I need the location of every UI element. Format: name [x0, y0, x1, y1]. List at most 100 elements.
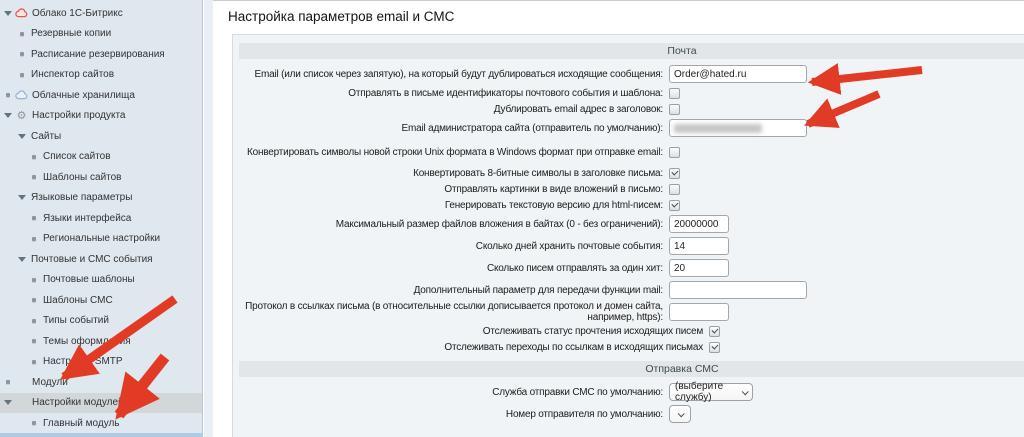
field-control — [669, 168, 680, 179]
sidebar-item-label: Настройки модулей — [32, 397, 124, 408]
sidebar-item-label: Облачные хранилища — [32, 90, 135, 101]
chevron-down-icon — [742, 388, 749, 395]
sidebar-item[interactable]: Языковые параметры — [0, 188, 202, 209]
chevron-down-icon[interactable] — [4, 113, 12, 118]
input-value: 14 — [674, 241, 685, 252]
checkbox[interactable] — [709, 326, 720, 337]
field-control — [669, 184, 680, 195]
select-dropdown[interactable]: (выберите службу) — [669, 383, 753, 401]
bullet-icon — [16, 52, 28, 56]
sidebar-item[interactable]: Облако 1С-Битрикс — [0, 3, 202, 24]
select-dropdown[interactable] — [669, 405, 691, 423]
field-control — [669, 88, 680, 99]
admin-email-input[interactable] — [669, 119, 807, 137]
sidebar-item[interactable]: Настройки SMTP — [0, 352, 202, 373]
chevron-down-icon[interactable] — [18, 134, 26, 139]
section-header: Отправка СМС — [239, 361, 1024, 377]
form-row: Служба отправки СМС по умолчанию: (выбери… — [233, 383, 1024, 401]
text-input[interactable] — [669, 303, 729, 321]
sidebar-item[interactable]: Главный модуль — [0, 413, 202, 434]
page-title: Настройка параметров email и СМС — [213, 1, 1024, 24]
form-row: Сколько дней хранить почтовые события:14 — [233, 237, 1024, 255]
redacted-value — [674, 124, 762, 133]
sidebar-item[interactable]: Настройки модулей — [0, 393, 202, 414]
bullet-icon — [28, 175, 40, 179]
sidebar-item-label: Шаблоны СМС — [43, 295, 113, 306]
sidebar-item-label: Модули — [32, 377, 68, 388]
sidebar-item-label: Главный модуль — [43, 418, 120, 429]
field-label: Конвертировать 8-битные символы в заголо… — [237, 168, 663, 179]
text-input[interactable]: 20000000 — [669, 215, 729, 233]
sidebar-item[interactable]: Языки интерфейса — [0, 208, 202, 229]
section-header-label: Отправка СМС — [645, 363, 718, 375]
sidebar-item[interactable]: ⚙Настройки продукта — [0, 106, 202, 127]
sidebar-item-label: Почтовые шаблоны — [43, 274, 135, 285]
form-row: Сколько писем отправлять за один хит: 20 — [233, 259, 1024, 277]
bullet-icon — [28, 360, 40, 364]
checkbox[interactable] — [669, 147, 680, 158]
field-label: Отправлять в письме идентификаторы почто… — [237, 88, 663, 99]
text-input[interactable]: 20 — [669, 259, 729, 277]
chevron-down-icon[interactable] — [4, 11, 12, 16]
sidebar-item[interactable]: Темы оформления — [0, 331, 202, 352]
sidebar-item[interactable]: Почтовые и СМС события — [0, 249, 202, 270]
sidebar-item[interactable]: Модули — [0, 372, 202, 393]
checkbox[interactable] — [669, 184, 680, 195]
sidebar-item-label: Типы событий — [43, 315, 109, 326]
sidebar-item[interactable]: Типы событий — [0, 311, 202, 332]
field-label: Email администратора сайта (отправитель … — [237, 123, 663, 134]
text-input[interactable]: Order@hated.ru — [669, 65, 807, 83]
checkbox[interactable] — [669, 104, 680, 115]
sidebar-item[interactable]: Список сайтов — [0, 147, 202, 168]
field-control — [669, 119, 807, 137]
sidebar-item[interactable]: Шаблоны сайтов — [0, 167, 202, 188]
sidebar-item[interactable]: Инспектор сайтов — [0, 65, 202, 86]
bullet-icon — [28, 319, 40, 323]
field-label: Протокол в ссылках письма (в относительн… — [237, 301, 663, 323]
field-label: Отправлять картинки в виде вложений в пи… — [237, 184, 663, 195]
checkbox[interactable] — [669, 88, 680, 99]
form-row: Отправлять картинки в виде вложений в пи… — [233, 183, 1024, 195]
field-label: Отслеживать переходы по ссылкам в исходя… — [277, 342, 703, 353]
checkbox[interactable] — [709, 342, 720, 353]
sidebar-item-label: Инспектор сайтов — [31, 69, 114, 80]
form-row: Отслеживать переходы по ссылкам в исходя… — [233, 341, 1024, 353]
bullet-icon — [28, 216, 40, 220]
checkbox[interactable] — [669, 168, 680, 179]
chevron-down-icon[interactable] — [18, 257, 26, 262]
form-row: Конвертировать символы новой строки Unix… — [233, 141, 1024, 163]
field-label: Номер отправителя по умолчанию: — [237, 409, 663, 420]
field-label: Сколько писем отправлять за один хит: — [237, 263, 663, 274]
sidebar-item[interactable]: Резервные копии — [0, 24, 202, 45]
form-row: Конвертировать 8-битные символы в заголо… — [233, 167, 1024, 179]
sidebar-item-label: Региональные настройки — [43, 233, 160, 244]
chevron-down-icon[interactable] — [18, 195, 26, 200]
field-control: 14 — [669, 237, 729, 255]
sidebar-item-label: Шаблоны сайтов — [43, 172, 122, 183]
input-value: 20000000 — [674, 219, 719, 230]
sidebar-item-label: Почтовые и СМС события — [31, 254, 153, 265]
sidebar-item-label: Темы оформления — [43, 336, 131, 347]
bullet-icon — [16, 73, 28, 77]
chevron-down-icon[interactable] — [4, 400, 12, 405]
sidebar-content-gutter — [204, 0, 213, 437]
sidebar-item[interactable]: Шаблоны СМС — [0, 290, 202, 311]
sidebar-item-label: Языки интерфейса — [43, 213, 131, 224]
input-value: Order@hated.ru — [674, 69, 746, 80]
checkbox[interactable] — [669, 200, 680, 211]
sidebar-item-label: Облако 1С-Битрикс — [32, 8, 123, 19]
bullet-icon — [28, 339, 40, 343]
sidebar-partial-row-highlight — [0, 433, 203, 437]
gear-icon: ⚙ — [14, 111, 29, 121]
sidebar-item[interactable]: Региональные настройки — [0, 229, 202, 250]
field-label: Генерировать текстовую версию для html-п… — [237, 200, 663, 211]
bullet-icon — [28, 278, 40, 282]
sidebar-item[interactable]: Сайты — [0, 126, 202, 147]
field-label: Служба отправки СМС по умолчанию: — [237, 387, 663, 398]
sidebar-item[interactable]: Расписание резервирования — [0, 44, 202, 65]
sidebar-item[interactable]: Облачные хранилища — [0, 85, 202, 106]
text-input[interactable]: 14 — [669, 237, 729, 255]
section-header: Почта — [239, 43, 1024, 59]
text-input[interactable] — [669, 281, 807, 299]
sidebar-item[interactable]: Почтовые шаблоны — [0, 270, 202, 291]
